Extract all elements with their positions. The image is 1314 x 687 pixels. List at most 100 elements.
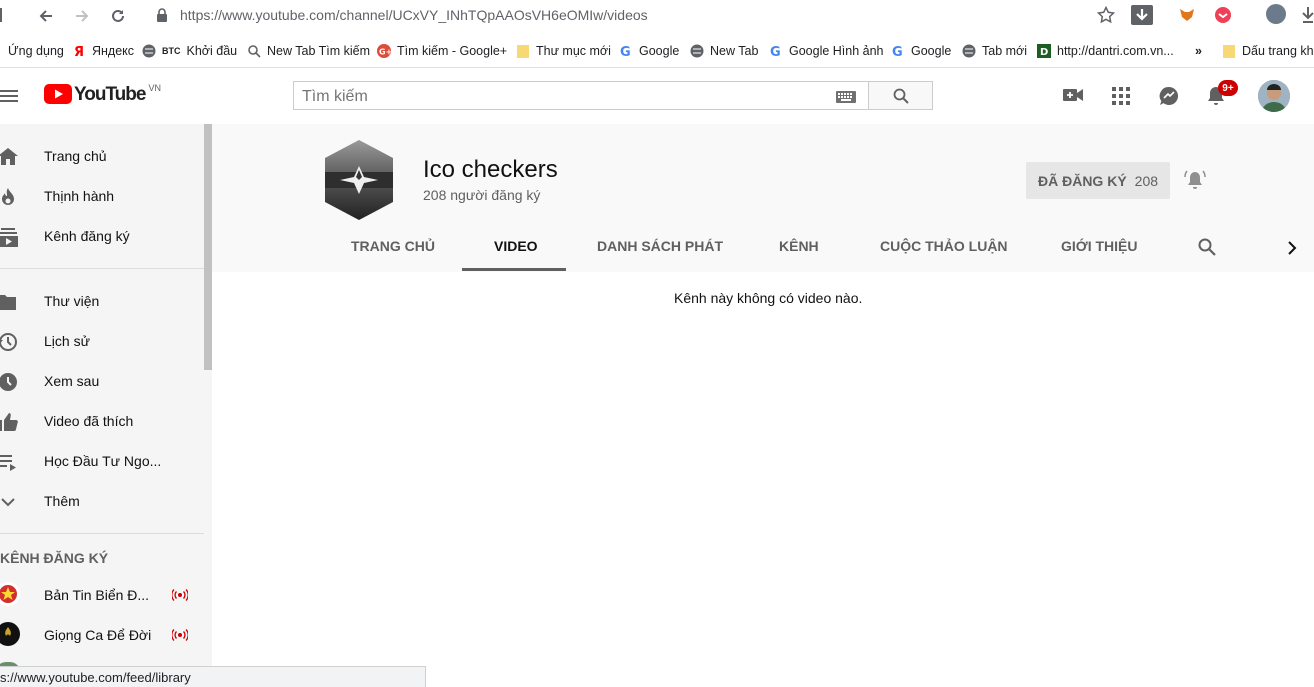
overflow-label: » (1195, 44, 1202, 58)
google-icon: G (619, 44, 633, 60)
tab-channels[interactable]: KÊNH (779, 238, 819, 254)
btc-label: BTC (162, 46, 181, 56)
star-icon[interactable] (1096, 5, 1116, 29)
apps-grid-icon (1112, 87, 1130, 105)
bookmark-label: http://dantri.com.vn... (1057, 44, 1174, 58)
channel-search-button[interactable] (1198, 238, 1216, 261)
sidebar-item-watch-later[interactable]: Xem sau (0, 361, 204, 401)
download-ext-icon[interactable] (1131, 5, 1153, 25)
bookmark-tab-moi[interactable]: Tab mới (962, 42, 1027, 60)
youtube-logo[interactable]: YouTube VN (44, 83, 161, 106)
bookmark-label: Яндекс (92, 44, 135, 58)
bookmark-google-images[interactable]: G Google Hình ảnh (769, 42, 884, 60)
address-bar[interactable]: https://www.youtube.com/channel/UCxVY_IN… (180, 7, 648, 23)
apps-button[interactable] (1112, 87, 1130, 110)
arrow-left-icon (39, 10, 52, 22)
sidebar-scrollbar[interactable] (204, 124, 212, 370)
bookmark-btc-start[interactable]: BTC Khởi đầu (142, 42, 237, 60)
account-avatar[interactable] (1258, 80, 1290, 112)
subscription-label: Bản Tin Biển Đ... (44, 587, 150, 603)
active-tab-indicator (462, 268, 566, 271)
sidebar-item-label: Lịch sử (44, 333, 90, 349)
sidebar-item-home[interactable]: Trang chủ (0, 136, 204, 176)
bookmark-google-2[interactable]: G Google (891, 42, 951, 60)
svg-text:Я: Я (74, 45, 84, 58)
subscribed-label: ĐÃ ĐĂNG KÝ (1037, 172, 1127, 189)
folder-icon (1222, 44, 1236, 58)
subscribed-count: 208 (1134, 172, 1159, 189)
bookmark-label: Google Hình ảnh (789, 44, 884, 58)
google-icon: G (769, 44, 783, 60)
bookmark-label: New Tab (710, 44, 759, 58)
tab-playlists[interactable]: DANH SÁCH PHÁT (597, 238, 723, 254)
bookmark-other[interactable]: Dấu trang kh (1222, 42, 1314, 60)
bookmark-google-1[interactable]: G Google (619, 42, 679, 60)
tab-home[interactable]: TRANG CHỦ (351, 238, 435, 254)
subscribed-button[interactable]: ĐÃ ĐĂNG KÝ 208 (1026, 162, 1170, 199)
search-icon (1198, 238, 1216, 256)
logo-text: YouTube (74, 84, 146, 105)
bookmark-yandex[interactable]: Я Яндекс (72, 42, 134, 60)
yandex-icon: Я (72, 44, 86, 60)
tab-videos[interactable]: VIDEO (494, 238, 538, 254)
video-camera-plus-icon (1063, 89, 1083, 101)
chevron-right-icon (1288, 241, 1297, 255)
notification-badge: 9+ (1218, 80, 1238, 96)
bookmark-label: Ứng dụng (8, 44, 64, 58)
channel-avatar[interactable] (319, 140, 399, 225)
channel-avatar (0, 622, 20, 646)
forward-button[interactable] (70, 4, 94, 28)
download-icon[interactable] (1302, 6, 1314, 29)
guide-menu-button[interactable] (0, 88, 18, 109)
region-code: VN (148, 83, 161, 93)
sidebar-item-trending[interactable]: Thịnh hành (0, 176, 204, 216)
subscription-item[interactable]: Bản Tin Biển Đ... (0, 575, 204, 615)
fox-extension-icon[interactable] (1179, 7, 1195, 28)
bookmark-newtab-search[interactable]: New Tab Tìm kiếm (247, 42, 370, 60)
sidebar-item-playlist[interactable]: Học Đầu Tư Ngo... (0, 441, 204, 481)
svg-text:G: G (892, 45, 903, 58)
pocket-extension-icon[interactable] (1214, 6, 1232, 29)
sidebar-item-label: Học Đầu Tư Ngo... (44, 453, 162, 469)
profile-avatar[interactable] (1266, 4, 1286, 24)
create-video-button[interactable] (1063, 87, 1083, 108)
bookmarks-overflow-button[interactable]: » (1195, 42, 1202, 60)
subscription-label: Giọng Ca Để Đời (44, 627, 152, 643)
youtube-play-icon (44, 84, 72, 104)
messages-icon (1159, 86, 1179, 105)
bookmark-new-folder[interactable]: Thư mục mới (516, 42, 611, 60)
bookmark-label: Tab mới (982, 44, 1028, 58)
history-icon (0, 333, 17, 351)
url-path: /channel/UCxVY_INhTQpAAOsVH6eOMIw/videos (335, 7, 648, 23)
svg-text:G: G (770, 45, 781, 58)
sidebar-item-library[interactable]: Thư viện (0, 281, 204, 321)
search-input[interactable] (302, 88, 822, 106)
reload-button[interactable] (106, 4, 130, 28)
tab-discussion[interactable]: CUỘC THẢO LUẬN (880, 238, 1008, 254)
back-button[interactable] (34, 4, 58, 28)
hamburger-icon (0, 90, 18, 102)
bookmark-dantri[interactable]: D http://dantri.com.vn... (1037, 42, 1174, 60)
sidebar-item-label: Thêm (44, 493, 80, 509)
search-button[interactable] (868, 81, 933, 110)
sidebar-item-history[interactable]: Lịch sử (0, 321, 204, 361)
tab-about[interactable]: GIỚI THIỆU (1061, 238, 1138, 254)
globe-icon (962, 44, 976, 58)
bookmark-apps[interactable]: Ứng dụng (8, 42, 64, 60)
subscription-item[interactable]: Giọng Ca Để Đời (0, 615, 204, 655)
sidebar-item-liked-videos[interactable]: Video đã thích (0, 401, 204, 441)
sidebar-item-subscriptions[interactable]: Kênh đăng ký (0, 216, 204, 256)
reload-icon (112, 9, 124, 22)
keyboard-icon[interactable] (836, 90, 856, 108)
bookmark-label: Thư mục mới (536, 44, 611, 58)
avatar-image (1258, 80, 1290, 112)
notification-bell-button[interactable] (1184, 169, 1206, 196)
messages-button[interactable] (1159, 86, 1179, 111)
tabs-next-button[interactable] (1286, 240, 1298, 261)
live-icon (172, 629, 188, 641)
bookmark-newtab[interactable]: New Tab (690, 42, 758, 60)
bookmark-google-plus[interactable]: G+ Tìm kiếm - Google+ (377, 42, 507, 60)
sidebar-item-label: Trang chủ (44, 148, 107, 164)
sidebar-item-show-more[interactable]: Thêm (0, 481, 204, 521)
home-icon (0, 148, 18, 165)
